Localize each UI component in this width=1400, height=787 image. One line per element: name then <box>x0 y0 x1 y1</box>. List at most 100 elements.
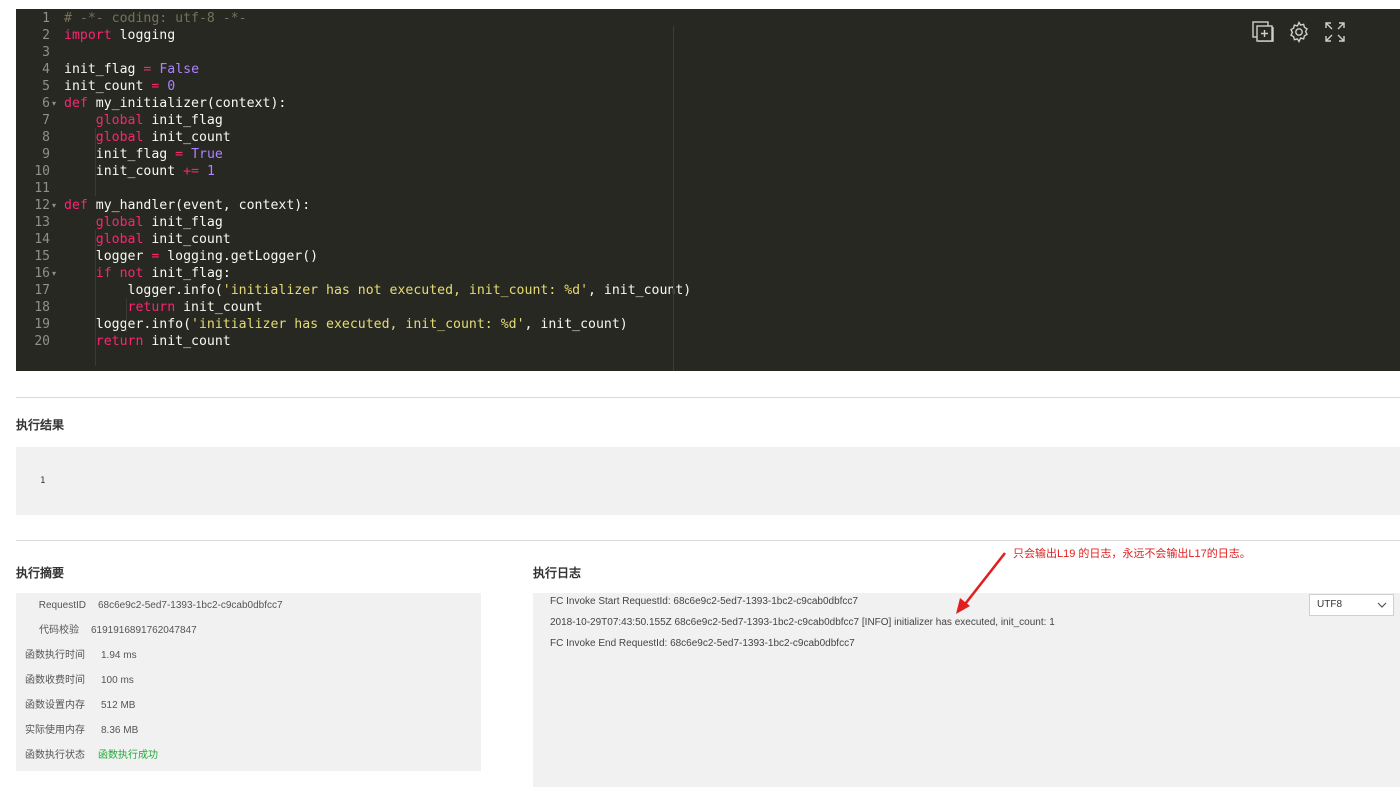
result-value: 1 <box>40 476 46 486</box>
indent-guide <box>95 128 96 196</box>
code-editor[interactable]: 1 2 3 4 5 6 ▾ 7 8 9 10 11 12 ▾ 13 14 15 16 ▾ 17 18 19 20 # -*-… <box>16 9 1400 371</box>
line-number: 11 <box>34 181 50 196</box>
code-token: import <box>64 28 112 43</box>
summary-key: RequestID <box>38 600 86 611</box>
code-token: , init_count) <box>588 283 692 298</box>
gear-icon[interactable] <box>1286 19 1312 45</box>
code-token: init_flag: <box>143 266 231 281</box>
code-token: False <box>159 62 200 77</box>
code-line: init_flag = False <box>64 61 199 78</box>
summary-panel: RequestID 68c6e9c2-5ed7-1393-1bc2-c9cab0… <box>16 593 481 771</box>
code-line: init_count += 1 <box>64 163 215 180</box>
code-token: init_count <box>64 164 184 179</box>
line-number: 13 <box>34 215 50 230</box>
code-line: global init_count <box>64 129 231 146</box>
summary-key: 代码校验 <box>39 625 79 636</box>
expand-icon[interactable] <box>1322 19 1348 45</box>
code-line: init_count = 0 <box>64 78 175 95</box>
code-line: logger.info('initializer has not execute… <box>64 282 692 299</box>
code-line: global init_flag <box>64 214 223 231</box>
line-number: 17 <box>34 283 50 298</box>
code-line: init_flag = True <box>64 146 223 163</box>
code-token: init_flag <box>143 215 223 230</box>
code-token: init_count <box>64 79 152 94</box>
code-line: global init_flag <box>64 112 223 129</box>
line-number: 14 <box>34 232 50 247</box>
code-token: return <box>127 300 176 315</box>
code-token: not <box>119 266 144 281</box>
code-token: def <box>64 198 88 213</box>
code-token: logger.info( <box>64 317 192 332</box>
code-token: True <box>191 147 223 162</box>
line-number: 18 <box>34 300 50 315</box>
line-number: 3 <box>42 45 50 60</box>
code-token: logger.info( <box>64 283 223 298</box>
line-number: 1 <box>42 11 50 26</box>
log-line: FC Invoke Start RequestId: 68c6e9c2-5ed7… <box>550 596 858 607</box>
line-number: 6 <box>42 96 50 111</box>
code-token: init_count <box>175 300 263 315</box>
line-number-gutter: 1 2 3 4 5 6 ▾ 7 8 9 10 11 12 ▾ 13 14 15 16 ▾ 17 18 19 20 <box>16 9 62 371</box>
fold-toggle-icon[interactable]: ▾ <box>52 95 56 112</box>
summary-key: 实际使用内存 <box>25 725 85 736</box>
code-line: # -*- coding: utf-8 -*- <box>64 10 247 27</box>
fold-toggle-icon[interactable]: ▾ <box>52 197 56 214</box>
summary-value: 1.94 ms <box>101 650 137 661</box>
code-token: 1 <box>206 164 215 179</box>
log-title: 执行日志 <box>533 566 582 580</box>
code-token: , init_count) <box>524 317 628 332</box>
indent-guide <box>95 230 96 366</box>
line-number: 12 <box>34 198 50 213</box>
summary-key: 函数设置内存 <box>25 700 85 711</box>
encoding-value: UTF8 <box>1317 599 1342 610</box>
code-token: logger <box>64 249 152 264</box>
code-token: 'initializer has not executed, init_coun… <box>222 283 589 298</box>
line-number: 10 <box>34 164 50 179</box>
summary-value: 68c6e9c2-5ed7-1393-1bc2-c9cab0dbfcc7 <box>98 600 283 611</box>
code-token: my_handler(event, context): <box>87 198 311 213</box>
summary-value: 512 MB <box>101 700 136 711</box>
code-token: def <box>64 96 88 111</box>
code-token: init_flag <box>64 147 176 162</box>
line-number: 19 <box>34 317 50 332</box>
code-line: return init_count <box>64 299 263 316</box>
code-token: init_count <box>143 334 231 349</box>
code-token: init_flag <box>64 62 144 77</box>
fold-toggle-icon[interactable]: ▾ <box>52 265 56 282</box>
summary-value: 6191916891762047847 <box>91 625 197 636</box>
code-token: init_flag <box>143 113 223 128</box>
status-badge: 函数执行成功 <box>98 750 158 761</box>
code-token: init_count <box>143 232 231 247</box>
result-title: 执行结果 <box>16 418 65 432</box>
code-token: my_initializer(context): <box>87 96 287 111</box>
code-token: if <box>95 266 112 281</box>
log-panel[interactable]: FC Invoke Start RequestId: 68c6e9c2-5ed7… <box>533 593 1400 787</box>
code-line: import logging <box>64 27 175 44</box>
code-token: # -*- coding: utf-8 -*- <box>64 11 247 26</box>
log-line: 2018-10-29T07:43:50.155Z 68c6e9c2-5ed7-1… <box>550 617 1055 628</box>
line-number: 4 <box>42 62 50 77</box>
code-token: global <box>95 130 144 145</box>
line-number: 9 <box>42 147 50 162</box>
add-file-icon[interactable] <box>1250 19 1276 45</box>
line-number: 15 <box>34 249 50 264</box>
encoding-select[interactable]: UTF8 <box>1309 594 1394 616</box>
divider <box>16 397 1400 398</box>
code-line: return init_count <box>64 333 231 350</box>
result-panel: 1 <box>16 447 1400 515</box>
code-token: += <box>183 164 199 179</box>
code-line: logger.info('initializer has executed, i… <box>64 316 628 333</box>
line-number: 16 <box>34 266 50 281</box>
line-number: 2 <box>42 28 50 43</box>
print-margin <box>673 26 674 371</box>
line-number: 7 <box>42 113 50 128</box>
code-token: global <box>95 215 144 230</box>
code-token: 0 <box>167 79 176 94</box>
line-number: 5 <box>42 79 50 94</box>
